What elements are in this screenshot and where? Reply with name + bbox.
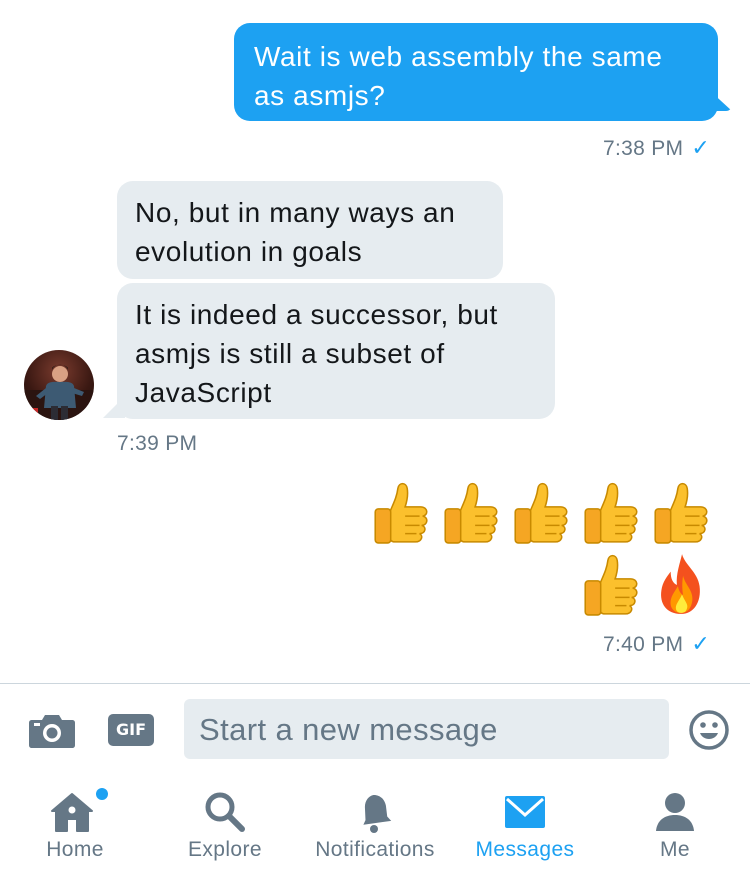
tab-messages[interactable]: Messages <box>450 773 600 869</box>
message-line: asmjs is still a subset of <box>135 338 445 369</box>
notification-badge <box>96 788 108 800</box>
timestamp-text: 7:40 PM <box>603 633 684 656</box>
tab-home[interactable]: Home <box>0 773 150 869</box>
incoming-message-bubble[interactable]: No, but in many ways an evolution in goa… <box>117 181 503 279</box>
thumbs-up-icon <box>438 478 504 546</box>
emoji-message-row[interactable] <box>368 478 714 546</box>
tab-label: Notifications <box>315 838 435 861</box>
tab-label: Home <box>46 838 104 861</box>
tab-label: Messages <box>475 838 575 861</box>
camera-icon <box>29 715 75 748</box>
emoji-message-row[interactable] <box>578 550 714 618</box>
message-timestamp: 7:39 PM <box>117 432 197 456</box>
compose-bar: GIF Start a new message <box>0 683 750 773</box>
thumbs-up-icon <box>578 478 644 546</box>
bell-icon <box>363 794 392 833</box>
tab-me[interactable]: Me <box>600 773 750 869</box>
read-check-icon: ✓ <box>691 135 711 160</box>
camera-button[interactable] <box>29 712 75 748</box>
tab-bar: Home Explore Notifications Messages Me <box>0 773 750 869</box>
outgoing-bubble-tail <box>708 89 732 111</box>
sender-avatar[interactable] <box>24 350 94 420</box>
message-line: as asmjs? <box>254 80 386 111</box>
avatar-image <box>24 364 94 420</box>
tab-notifications[interactable]: Notifications <box>300 773 450 869</box>
incoming-message-bubble[interactable]: It is indeed a successor, but asmjs is s… <box>117 283 555 419</box>
fire-icon <box>648 550 714 618</box>
thumbs-up-icon <box>578 550 644 618</box>
person-icon <box>656 793 694 831</box>
search-icon <box>205 792 245 832</box>
timestamp-text: 7:38 PM <box>603 137 684 160</box>
message-line: It is indeed a successor, but <box>135 299 498 330</box>
outgoing-message-bubble[interactable]: Wait is web assembly the same as asmjs? <box>234 23 718 121</box>
message-timestamp: 7:40 PM ✓ <box>603 631 710 657</box>
gif-button[interactable]: GIF <box>108 714 154 746</box>
message-line: Wait is web assembly the same <box>254 41 663 72</box>
read-check-icon: ✓ <box>691 631 711 656</box>
tab-label: Explore <box>187 838 262 861</box>
timestamp-text: 7:39 PM <box>117 432 198 455</box>
message-input[interactable]: Start a new message <box>184 699 669 759</box>
thumbs-up-icon <box>368 478 434 546</box>
tab-explore[interactable]: Explore <box>150 773 300 869</box>
emoji-icon <box>689 710 729 750</box>
home-icon <box>51 793 93 832</box>
tab-label: Me <box>660 838 690 861</box>
message-line: JavaScript <box>135 377 272 408</box>
message-line: No, but in many ways an <box>135 197 456 228</box>
thumbs-up-icon <box>508 478 574 546</box>
message-timestamp: 7:38 PM ✓ <box>603 135 710 161</box>
gif-icon: GIF <box>115 720 146 739</box>
message-input-placeholder: Start a new message <box>199 712 498 747</box>
thumbs-up-icon <box>648 478 714 546</box>
envelope-icon <box>505 796 545 828</box>
emoji-button[interactable] <box>688 709 730 751</box>
message-line: evolution in goals <box>135 236 363 267</box>
